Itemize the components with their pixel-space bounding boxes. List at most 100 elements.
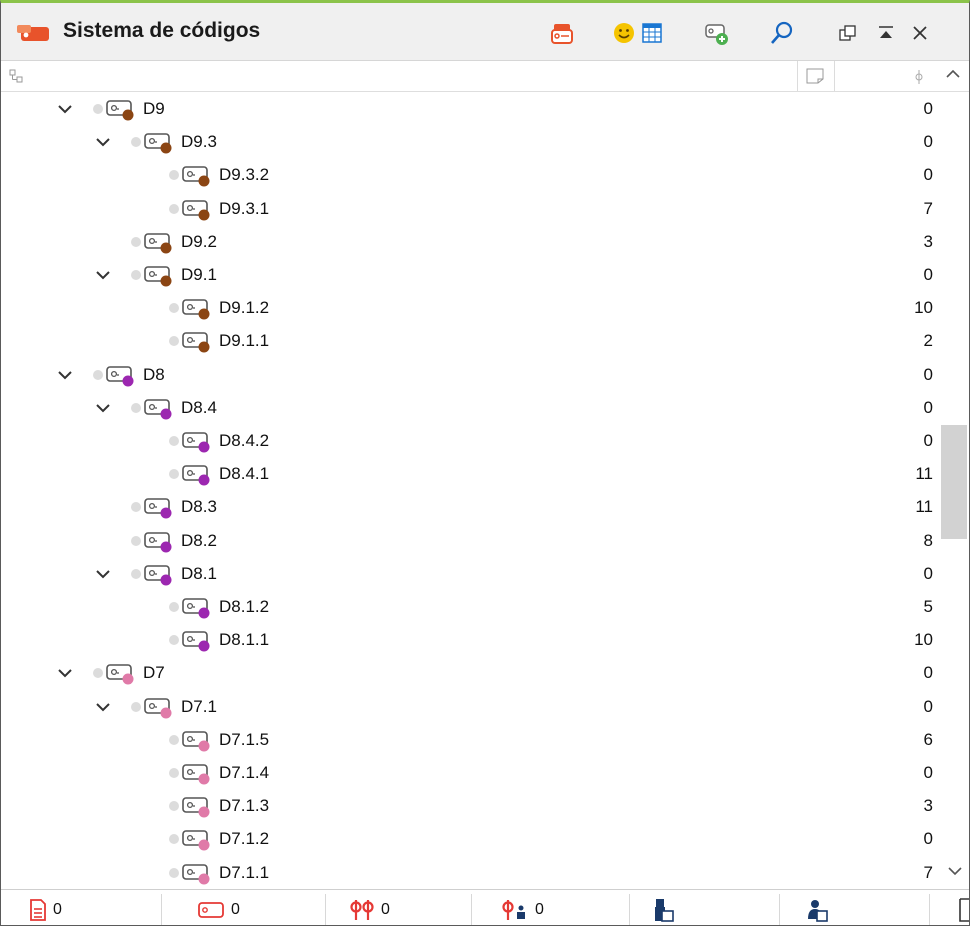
code-tag-icon [144,498,172,519]
code-tag-icon [144,697,172,719]
status-divider [471,894,472,925]
code-row[interactable]: D9 0 [1,92,939,126]
code-row[interactable]: D9.2 3 [1,225,939,259]
code-row[interactable]: D8.4.1 11 [1,457,939,491]
chevron-down-icon[interactable] [95,699,111,715]
chevron-down-icon[interactable] [95,400,111,416]
status-more[interactable] [959,890,969,925]
code-tree: D9 0 D9.3 0 D9.3.2 0 D9.3.1 7 D9.2 3 D9.1 0 D9.1.2 10… [1,92,939,888]
activation-dot[interactable] [169,801,179,812]
activation-dot[interactable] [131,502,141,513]
code-row[interactable]: D8.1.2 5 [1,590,939,624]
code-frequency: 11 [915,497,933,517]
activation-dot[interactable] [131,137,141,148]
code-row[interactable]: D7.1.4 0 [1,756,939,790]
code-row[interactable]: D9.3.1 7 [1,192,939,226]
undock-icon [839,25,856,41]
scroll-down-icon[interactable] [947,864,963,878]
status-user[interactable] [807,890,829,925]
table-icon [642,23,662,43]
memo-column-icon [806,68,824,84]
close-button[interactable] [905,18,935,48]
code-frequency: 0 [923,763,933,782]
status-document-variables[interactable] [653,890,675,925]
code-row[interactable]: D8.3 11 [1,490,939,524]
activation-dot[interactable] [169,303,179,314]
code-row[interactable]: D8.4 0 [1,391,939,425]
scrollbar-thumb[interactable] [941,425,967,539]
code-row[interactable]: D8.1.1 10 [1,623,939,657]
activation-dot[interactable] [169,834,179,845]
code-set-button[interactable] [547,18,577,48]
chevron-down-icon[interactable] [95,267,111,283]
status-codes[interactable]: 0 [197,890,240,925]
code-label: D7 [143,663,165,683]
chevron-down-icon[interactable] [57,101,73,117]
code-row[interactable]: D7.1 0 [1,690,939,724]
table-view-button[interactable] [637,18,667,48]
code-row[interactable]: D9.3.2 0 [1,158,939,192]
code-row[interactable]: D9.1.2 10 [1,291,939,325]
code-row[interactable]: D9.1 0 [1,258,939,292]
activation-dot[interactable] [169,867,179,878]
activation-dot[interactable] [131,270,141,280]
code-label: D9.3 [181,132,217,152]
code-row[interactable]: D9.1.1 2 [1,324,939,358]
code-row[interactable]: D8.4.2 0 [1,424,939,458]
emoticode-button[interactable] [609,18,639,48]
code-row[interactable]: D8.2 8 [1,524,939,558]
code-label: D9.1.2 [219,298,270,318]
activation-dot[interactable] [131,568,141,579]
code-row[interactable]: D7.1.5 6 [1,723,939,757]
frequency-column-icon[interactable] [913,69,925,85]
undock-button[interactable] [833,18,863,48]
code-tag-icon [182,432,210,453]
code-row[interactable]: D7.1.2 0 [1,822,939,856]
code-tag-icon [182,863,210,885]
code-relations-icon [350,900,374,920]
activation-dot[interactable] [131,535,141,546]
activation-dot[interactable] [93,104,103,114]
activation-dot[interactable] [93,369,103,380]
activation-dot[interactable] [169,436,179,446]
status-code-relations[interactable]: 0 [349,890,390,925]
code-row[interactable]: D7.1.1 7 [1,856,939,888]
code-row[interactable]: D8 0 [1,358,939,392]
user-icon [808,900,828,922]
code-label: D9.1 [181,265,217,284]
activation-dot[interactable] [169,602,179,612]
document-variable-icon [655,899,674,922]
activation-dot[interactable] [169,170,179,181]
status-variables[interactable]: 0 [501,890,544,925]
code-label: D8.1.2 [219,597,270,616]
vertical-scrollbar[interactable] [939,92,969,888]
activation-dot[interactable] [93,668,103,679]
activation-dot[interactable] [131,701,141,712]
code-row[interactable]: D9.3 0 [1,125,939,159]
activation-dot[interactable] [131,402,141,413]
status-divider [779,894,780,925]
tree-toggle-icon[interactable] [9,69,23,83]
collapse-button[interactable] [871,18,901,48]
activation-dot[interactable] [169,469,179,480]
memo-column-header[interactable] [797,61,835,91]
activation-dot[interactable] [169,336,179,347]
activation-dot[interactable] [169,734,179,745]
activation-dot[interactable] [169,768,179,778]
search-button[interactable] [767,18,797,48]
code-row[interactable]: D7 0 [1,656,939,690]
status-documents[interactable]: 0 [29,890,62,925]
chevron-down-icon[interactable] [57,367,73,383]
code-row[interactable]: D8.1 0 [1,557,939,591]
code-row[interactable]: D7.1.3 3 [1,789,939,823]
chevron-down-icon[interactable] [95,134,111,150]
chevron-down-icon[interactable] [57,665,73,681]
scroll-up-icon[interactable] [943,65,963,83]
status-bar: 0 0 0 0 [1,889,969,925]
activation-dot[interactable] [169,635,179,646]
activation-dot[interactable] [131,236,141,247]
activation-dot[interactable] [169,203,179,214]
code-tag-icon [182,199,210,221]
chevron-down-icon[interactable] [95,566,111,582]
new-code-button[interactable] [701,18,731,48]
